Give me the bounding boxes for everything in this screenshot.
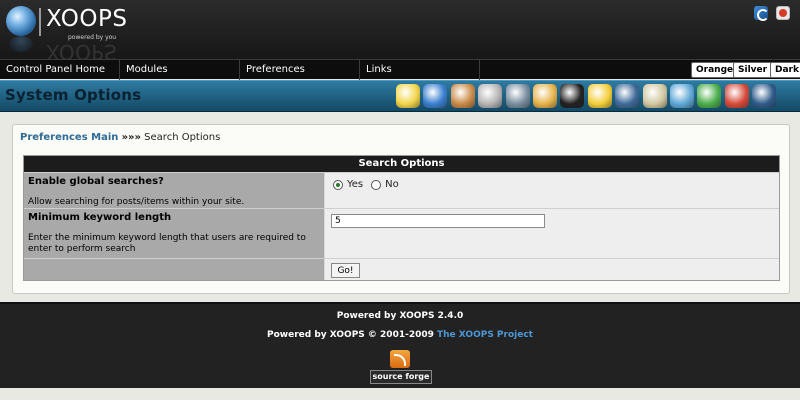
logo-text: XOOPS bbox=[46, 6, 128, 32]
keyword-length-label: Minimum keyword length bbox=[28, 212, 172, 223]
edit-icon[interactable] bbox=[396, 84, 420, 108]
nav-control-panel-home[interactable]: Control Panel Home bbox=[0, 60, 120, 80]
theme-dark-button[interactable]: Dark bbox=[770, 62, 800, 78]
power-icon[interactable] bbox=[776, 6, 790, 20]
avatar-icon[interactable] bbox=[450, 84, 475, 108]
logo-divider bbox=[39, 8, 41, 36]
footer-copyright: Powered by XOOPS © 2001-2009 The XOOPS P… bbox=[0, 330, 800, 340]
modules-icon[interactable] bbox=[724, 84, 749, 108]
footer-powered-by: Powered by XOOPS 2.4.0 bbox=[336, 311, 464, 321]
radio-no[interactable] bbox=[371, 179, 382, 190]
blocks-icon[interactable] bbox=[478, 84, 503, 108]
rss-icon[interactable] bbox=[390, 350, 410, 368]
nav-preferences[interactable]: Preferences bbox=[240, 60, 360, 80]
breadcrumb-preferences-main[interactable]: Preferences Main bbox=[20, 132, 118, 143]
page-title: System Options bbox=[5, 86, 142, 104]
footer-copyright-text: Powered by XOOPS © 2001-2009 bbox=[267, 330, 438, 340]
breadcrumb: Preferences Main »»» Search Options bbox=[20, 132, 220, 143]
radio-no-label[interactable]: No bbox=[385, 179, 399, 190]
radio-yes-label[interactable]: Yes bbox=[347, 179, 363, 190]
form-title: Search Options bbox=[24, 156, 779, 172]
nav-links[interactable]: Links bbox=[360, 60, 480, 80]
monitor-icon[interactable] bbox=[615, 84, 640, 108]
footer: Powered by XOOPS 2.4.0 Powered by XOOPS … bbox=[0, 302, 800, 388]
edit-users-icon[interactable] bbox=[670, 84, 694, 108]
row-label-cell: Enable global searches? Allow searching … bbox=[24, 173, 325, 208]
global-search-label: Enable global searches? bbox=[28, 176, 164, 187]
row-label-cell: Minimum keyword length Enter the minimum… bbox=[24, 209, 325, 258]
globe-settings-icon[interactable] bbox=[423, 84, 448, 108]
page-bottom bbox=[0, 388, 800, 400]
row-label-cell bbox=[24, 259, 325, 280]
form-row-keyword-length: Minimum keyword length Enter the minimum… bbox=[24, 208, 779, 258]
xoops-logo[interactable]: XOOPS powered by you XOOPS bbox=[6, 4, 136, 64]
go-button[interactable]: Go! bbox=[331, 263, 360, 278]
groups-icon[interactable] bbox=[697, 84, 722, 108]
form-row-global-search: Enable global searches? Allow searching … bbox=[24, 172, 779, 208]
breadcrumb-current: Search Options bbox=[144, 132, 221, 143]
row-value-cell: Yes No bbox=[325, 173, 779, 208]
globe-reflection bbox=[9, 36, 33, 52]
global-search-description: Allow searching for posts/items within y… bbox=[28, 197, 245, 207]
theme-orange-button[interactable]: Orange bbox=[691, 62, 739, 78]
mail-icon[interactable] bbox=[642, 84, 667, 108]
keyword-length-input[interactable] bbox=[331, 214, 545, 228]
row-value-cell bbox=[325, 209, 779, 258]
theme-silver-button[interactable]: Silver bbox=[733, 62, 773, 78]
breadcrumb-separator: »»» bbox=[121, 132, 141, 143]
row-value-cell: Go! bbox=[325, 259, 779, 280]
main-nav: Control Panel Home Modules Preferences L… bbox=[0, 59, 800, 80]
globe-icon bbox=[6, 6, 36, 36]
form-row-submit: Go! bbox=[24, 258, 779, 280]
star-icon[interactable] bbox=[560, 84, 585, 108]
nav-modules[interactable]: Modules bbox=[120, 60, 240, 80]
header: XOOPS powered by you XOOPS bbox=[0, 0, 800, 64]
content-panel: Preferences Main »»» Search Options Sear… bbox=[12, 124, 790, 294]
smiley-icon[interactable] bbox=[587, 84, 612, 108]
module-toolbar: System Options bbox=[0, 80, 800, 112]
radio-yes[interactable] bbox=[333, 179, 343, 190]
sourceforge-badge[interactable]: source forge bbox=[370, 370, 432, 384]
home-icon[interactable] bbox=[754, 6, 769, 21]
user-rank-icon[interactable] bbox=[533, 84, 557, 108]
search-icon[interactable] bbox=[505, 84, 530, 108]
keyword-length-description: Enter the minimum keyword length that us… bbox=[28, 233, 306, 254]
global-search-radio-group: Yes No bbox=[333, 179, 775, 190]
footer-xoops-project-link[interactable]: The XOOPS Project bbox=[437, 330, 533, 340]
search-options-form: Search Options Enable global searches? A… bbox=[23, 155, 780, 281]
screen-icon[interactable] bbox=[752, 84, 777, 108]
